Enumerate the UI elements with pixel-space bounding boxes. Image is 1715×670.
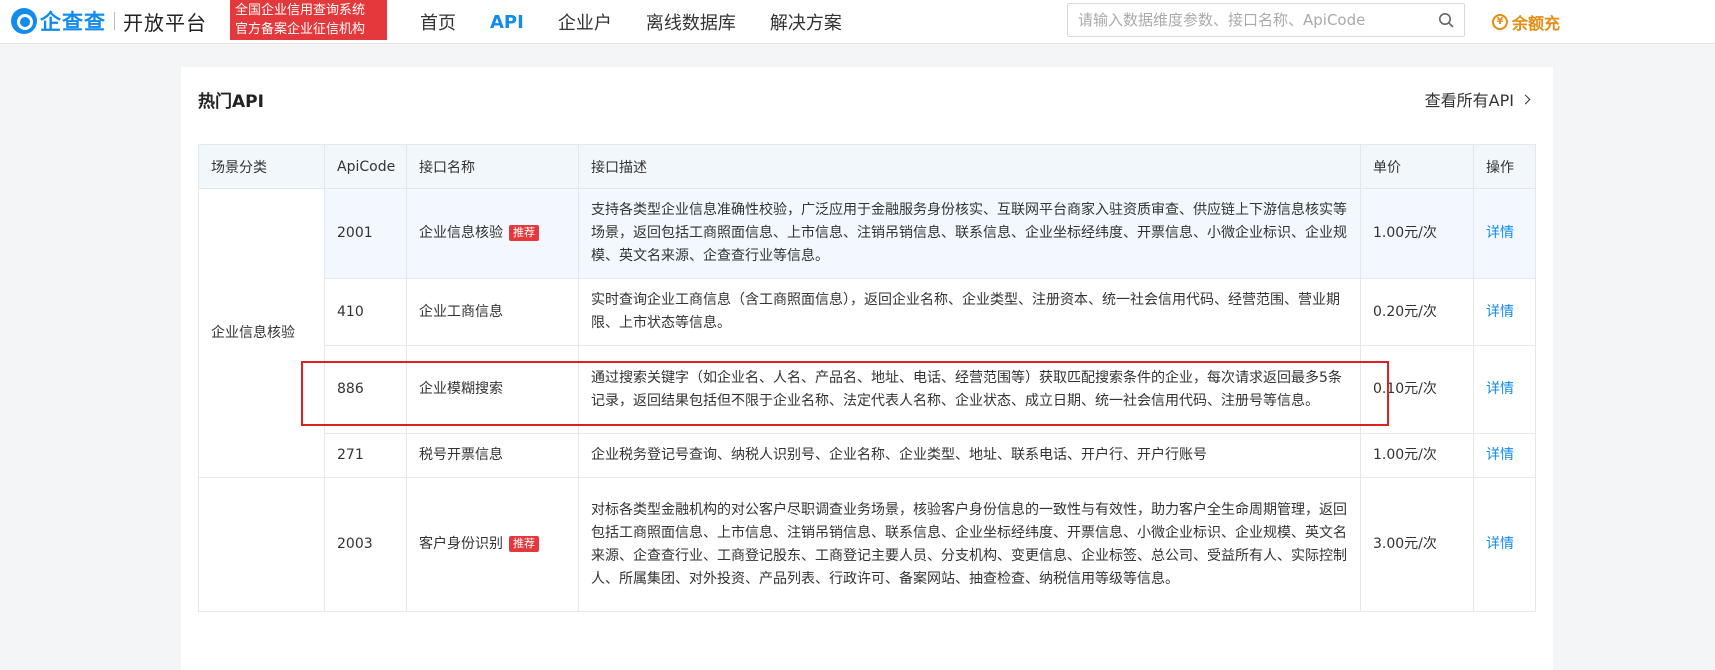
price-cell: 1.00元/次 xyxy=(1360,433,1474,478)
action-cell: 详情 xyxy=(1473,477,1536,612)
badge-line-1: 全国企业信用查询系统 xyxy=(235,3,366,18)
scene-cell: 企业信息核验 xyxy=(198,188,325,478)
logo-subtitle: 开放平台 xyxy=(123,10,207,35)
action-cell: 详情 xyxy=(1473,345,1536,434)
view-all-label: 查看所有API xyxy=(1424,91,1514,110)
api-desc-cell: 企业税务登记号查询、纳税人识别号、企业名称、企业类型、地址、联系电话、开户行、开… xyxy=(578,433,1361,478)
api-desc-cell: 支持各类型企业信息准确性校验，广泛应用于金融服务身份核实、互联网平台商家入驻资质… xyxy=(578,188,1361,279)
main-nav: 首页 API 企业户 离线数据库 解决方案 xyxy=(420,0,876,44)
recommend-tag: 推荐 xyxy=(509,536,539,552)
chevron-right-icon xyxy=(1520,94,1531,104)
search-input[interactable] xyxy=(1068,4,1418,36)
api-name-cell: 客户身份识别 推荐 xyxy=(406,477,579,612)
api-name-cell: 企业信息核验 推荐 xyxy=(406,188,579,279)
action-cell: 详情 xyxy=(1473,188,1536,279)
price-cell: 0.20元/次 xyxy=(1360,278,1474,346)
nav-item-solutions[interactable]: 解决方案 xyxy=(770,9,842,35)
table-row: 271 税号开票信息 企业税务登记号查询、纳税人识别号、企业名称、企业类型、地址… xyxy=(199,433,1536,478)
nav-item-home[interactable]: 首页 xyxy=(420,9,456,35)
nav-item-api[interactable]: API xyxy=(490,12,524,33)
apicode-cell: 2003 xyxy=(324,477,407,612)
table-row: 410 企业工商信息 实时查询企业工商信息（含工商照面信息），返回企业名称、企业… xyxy=(199,278,1536,346)
api-name-cell: 企业模糊搜索 xyxy=(406,345,579,434)
action-cell: 详情 xyxy=(1473,433,1536,478)
balance-label: 余额充 xyxy=(1512,14,1561,33)
badge-line-2: 官方备案企业征信机构 xyxy=(235,22,366,37)
price-cell: 1.00元/次 xyxy=(1360,188,1474,279)
price-cell: 3.00元/次 xyxy=(1360,477,1474,612)
column-header-action: 操作 xyxy=(1473,144,1536,189)
price-cell: 0.10元/次 xyxy=(1360,345,1474,434)
column-header-price: 单价 xyxy=(1360,144,1474,189)
table-header-row: 场景分类 ApiCode 接口名称 接口描述 单价 操作 xyxy=(198,144,1536,189)
api-name-cell: 税号开票信息 xyxy=(406,433,579,478)
action-cell: 详情 xyxy=(1473,278,1536,346)
detail-link[interactable]: 详情 xyxy=(1486,447,1514,463)
apicode-cell: 410 xyxy=(324,278,407,346)
detail-link[interactable]: 详情 xyxy=(1486,304,1514,320)
logo-icon xyxy=(11,8,37,34)
hot-api-card: 热门API 查看所有API 场景分类 ApiCode 接口名称 接口描述 单价 … xyxy=(181,67,1553,670)
api-desc-cell: 通过搜索关键字（如企业名、人名、产品名、地址、电话、经营范围等）获取匹配搜索条件… xyxy=(578,345,1361,434)
recommend-tag: 推荐 xyxy=(509,225,539,241)
coin-icon: ¥ xyxy=(1492,14,1508,30)
nav-item-enterprise[interactable]: 企业户 xyxy=(558,9,612,35)
api-desc-cell: 实时查询企业工商信息（含工商照面信息），返回企业名称、企业类型、注册资本、统一社… xyxy=(578,278,1361,346)
api-desc-cell: 对标各类型金融机构的对公客户尽职调查业务场景，核验客户身份信息的一致性与有效性，… xyxy=(578,477,1361,612)
hot-api-table: 场景分类 ApiCode 接口名称 接口描述 单价 操作 企业信息核验 2001… xyxy=(198,144,1536,612)
api-name: 企业工商信息 xyxy=(419,303,503,320)
detail-link[interactable]: 详情 xyxy=(1486,225,1514,241)
certification-badge: 全国企业信用查询系统 官方备案企业征信机构 xyxy=(230,0,387,40)
logo[interactable]: 企查查 开放平台 xyxy=(11,7,207,35)
scene-cell xyxy=(198,477,325,612)
search-icon[interactable] xyxy=(1438,12,1454,28)
view-all-api-link[interactable]: 查看所有API xyxy=(1424,87,1531,111)
search-box xyxy=(1067,3,1465,37)
column-header-desc: 接口描述 xyxy=(578,144,1361,189)
column-header-apicode: ApiCode xyxy=(324,144,407,189)
api-name: 企业信息核验 xyxy=(419,225,503,241)
nav-item-offline-db[interactable]: 离线数据库 xyxy=(646,9,736,35)
column-header-scene: 场景分类 xyxy=(198,144,325,189)
table-row: 2003 客户身份识别 推荐 对标各类型金融机构的对公客户尽职调查业务场景，核验客… xyxy=(198,477,1536,612)
card-title: 热门API xyxy=(198,92,264,112)
apicode-cell: 2001 xyxy=(324,188,407,279)
table-row: 企业信息核验 2001 企业信息核验 推荐 支持各类型企业信息准确性校验，广泛应用… xyxy=(198,188,1536,478)
logo-divider xyxy=(114,12,115,30)
balance-recharge[interactable]: ¥ 余额充 xyxy=(1492,10,1560,34)
api-name: 税号开票信息 xyxy=(419,447,503,463)
api-name-cell: 企业工商信息 xyxy=(406,278,579,346)
top-navbar: 企查查 开放平台 全国企业信用查询系统 官方备案企业征信机构 首页 API 企业… xyxy=(0,0,1715,44)
detail-link[interactable]: 详情 xyxy=(1486,381,1514,397)
apicode-cell: 271 xyxy=(324,433,407,478)
logo-text: 企查查 xyxy=(40,10,106,34)
detail-link[interactable]: 详情 xyxy=(1486,536,1514,552)
apicode-cell: 886 xyxy=(324,345,407,434)
api-name: 企业模糊搜索 xyxy=(419,381,503,397)
table-row: 886 企业模糊搜索 通过搜索关键字（如企业名、人名、产品名、地址、电话、经营范… xyxy=(199,345,1536,434)
api-name: 客户身份识别 xyxy=(419,536,503,552)
column-header-name: 接口名称 xyxy=(406,144,579,189)
